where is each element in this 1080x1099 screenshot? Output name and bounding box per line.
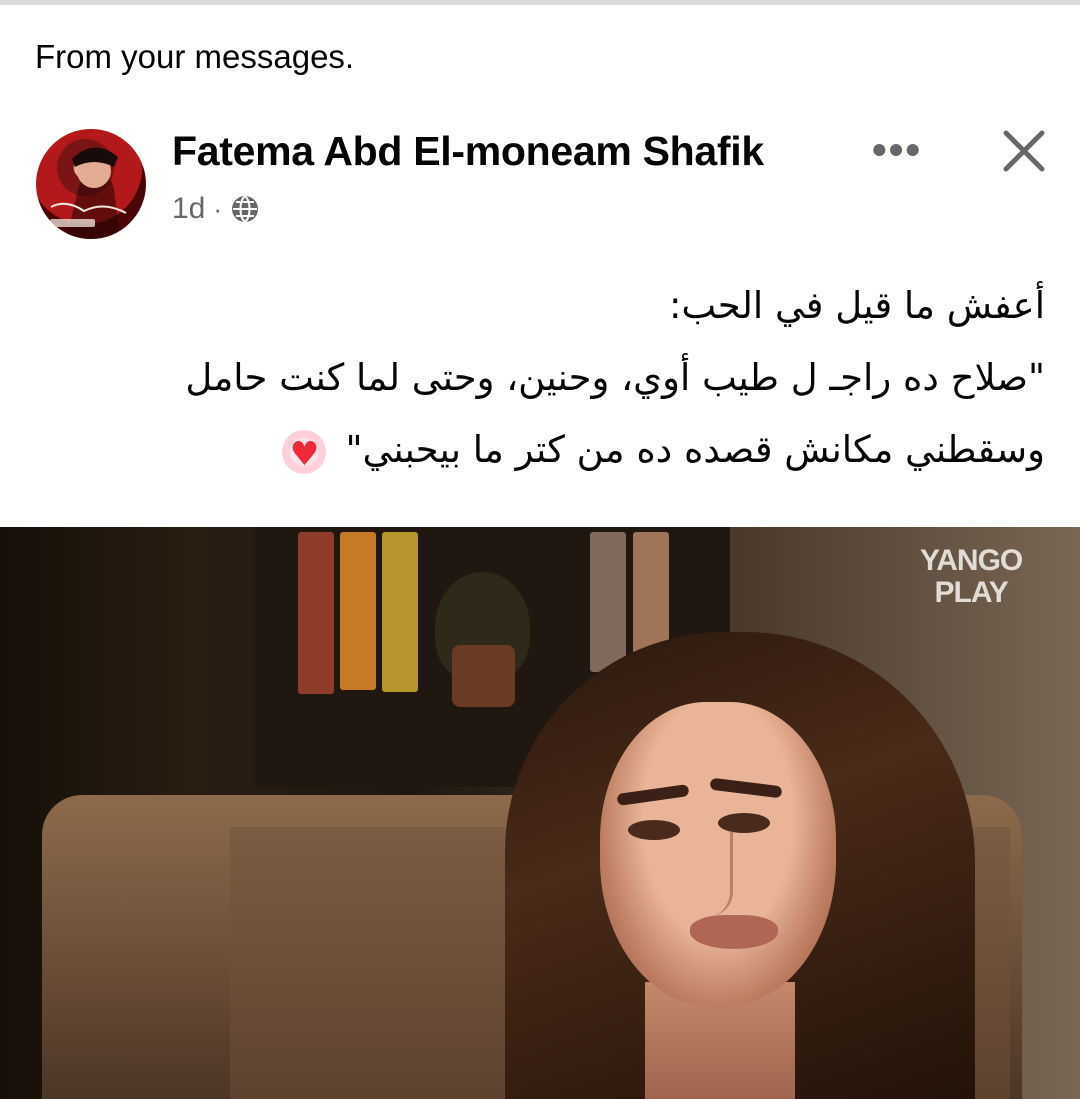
book	[298, 532, 334, 694]
post-line-2: "صلاح ده راجـ ل طيب أوي، وحنين، وحتى لما…	[185, 356, 1045, 399]
more-options-icon[interactable]: •••	[872, 126, 922, 174]
top-border	[0, 0, 1080, 5]
post-media[interactable]: YANGO PLAY	[0, 527, 1080, 1099]
post-time[interactable]: 1d	[172, 192, 205, 226]
post-meta: 1d ·	[172, 192, 260, 226]
left-eye	[628, 820, 680, 840]
author-name[interactable]: Fatema Abd El-moneam Shafik	[172, 128, 764, 175]
post-text: أعفش ما قيل في الحب: "صلاح ده راجـ ل طيب…	[120, 270, 1045, 490]
heart-icon	[281, 418, 326, 490]
post-line-3-text: وسقطني مكانش قصده ده من كتر ما بيحبني"	[345, 428, 1045, 471]
yango-play-watermark: YANGO PLAY	[920, 544, 1023, 609]
post-line-1: أعفش ما قيل في الحب:	[668, 284, 1045, 327]
globe-icon[interactable]	[230, 194, 260, 224]
avatar-image	[50, 147, 127, 239]
watermark-line-2: PLAY	[934, 576, 1009, 609]
author-avatar[interactable]	[36, 129, 146, 239]
close-icon[interactable]	[998, 125, 1050, 177]
post-line-3: وسقطني مكانش قصده ده من كتر ما بيحبني"	[120, 414, 1045, 490]
post-context-label: From your messages.	[35, 38, 355, 75]
plant-pot	[452, 645, 515, 707]
watermark-line-1: YANGO	[920, 544, 1023, 577]
nose	[688, 830, 733, 916]
book	[340, 532, 376, 690]
book	[590, 532, 626, 672]
book	[382, 532, 418, 692]
meta-separator: ·	[213, 193, 223, 224]
lips	[690, 915, 778, 949]
